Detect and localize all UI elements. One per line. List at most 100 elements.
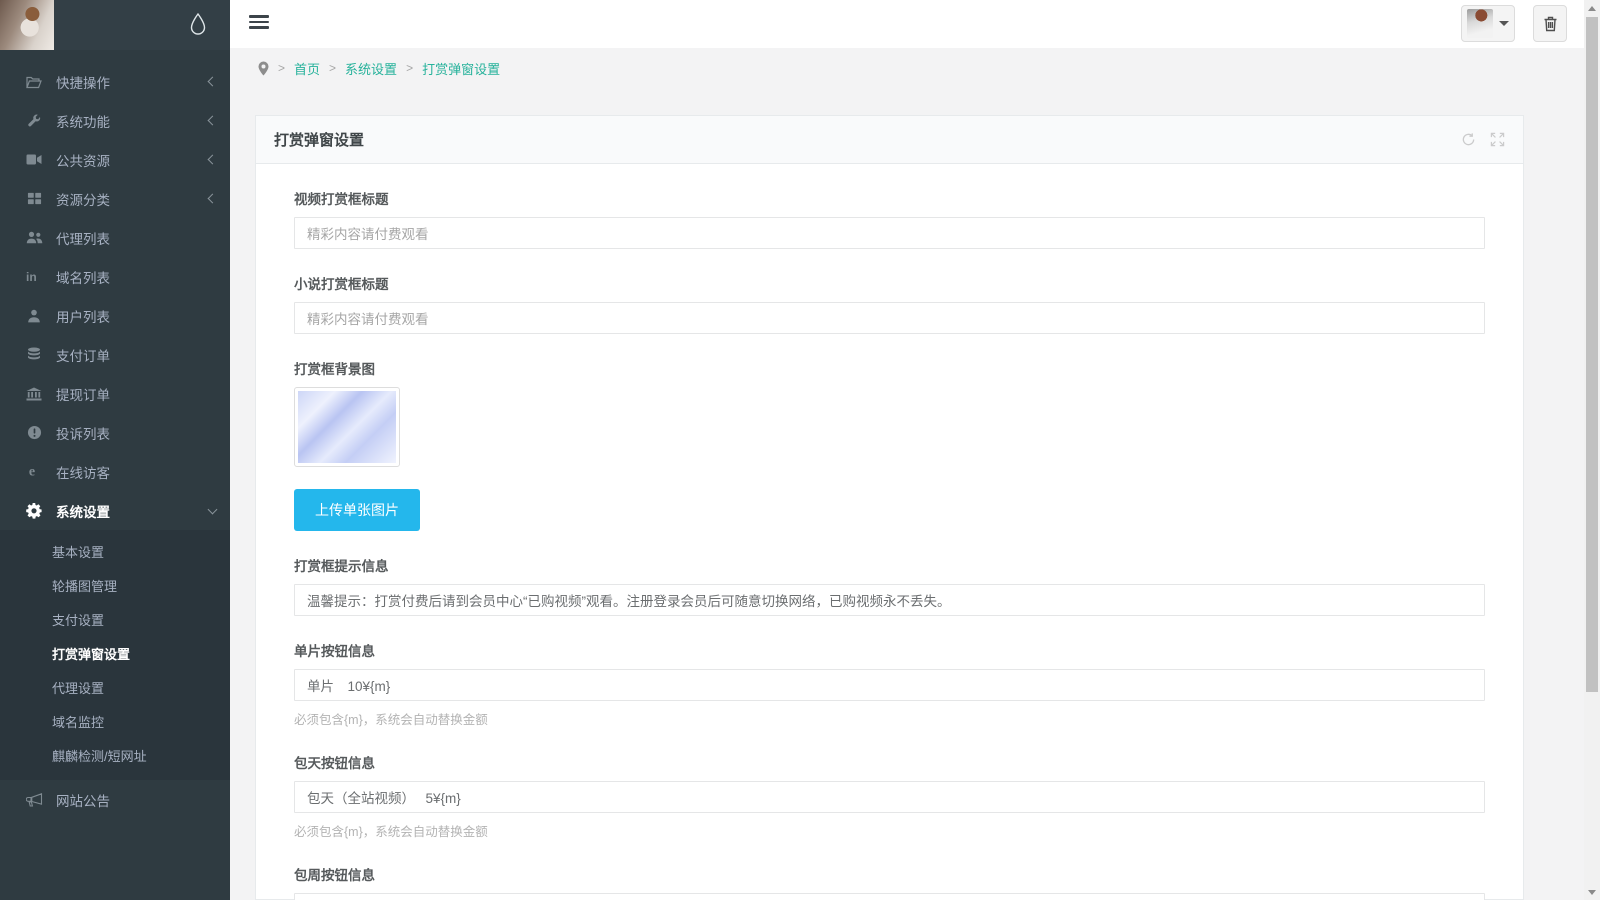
svg-text:e: e bbox=[28, 464, 34, 479]
form-field-hint: 必须包含{m}，系统会自动替换金额 bbox=[294, 709, 1485, 728]
trash-icon bbox=[1543, 16, 1558, 32]
sidebar-subitem[interactable]: 代理设置 bbox=[0, 672, 230, 706]
sidebar-item[interactable]: 系统设置 bbox=[0, 491, 230, 530]
folder-open-icon bbox=[25, 75, 43, 89]
reward-background-thumbnail[interactable] bbox=[294, 387, 400, 467]
sidebar-nav: 快捷操作系统功能公共资源资源分类代理列表 in 域名列表用户列表支付订单提现订单投诉… bbox=[0, 50, 230, 819]
sidebar-subitem[interactable]: 域名监控 bbox=[0, 706, 230, 740]
users-icon bbox=[25, 231, 43, 244]
form-field-hint: 必须包含{m}，系统会自动替换金额 bbox=[294, 821, 1485, 840]
form-text-input[interactable] bbox=[294, 893, 1485, 900]
topbar bbox=[230, 0, 1584, 48]
sidebar-subitem[interactable]: 轮播图管理 bbox=[0, 570, 230, 604]
caret-down-icon bbox=[1499, 21, 1509, 26]
panel-tools bbox=[1461, 132, 1505, 147]
sidebar-logo-area bbox=[0, 0, 230, 50]
form-text-input[interactable] bbox=[294, 302, 1485, 334]
panel-title: 打赏弹窗设置 bbox=[274, 129, 1461, 150]
sidebar-item-label: 公共资源 bbox=[56, 150, 209, 170]
video-camera-icon bbox=[25, 154, 43, 165]
breadcrumb-link[interactable]: 打赏弹窗设置 bbox=[422, 59, 500, 78]
sidebar-item[interactable]: 快捷操作 bbox=[0, 62, 230, 101]
breadcrumb: > 首页 > 系统设置 > 打赏弹窗设置 bbox=[230, 48, 1584, 88]
form-field-label: 包周按钮信息 bbox=[294, 864, 1485, 884]
location-pin-icon bbox=[258, 61, 269, 76]
chevron-left-icon bbox=[208, 194, 218, 204]
sidebar-item-label: 投诉列表 bbox=[56, 423, 216, 443]
svg-text:in: in bbox=[26, 270, 37, 283]
sidebar-item-label: 支付订单 bbox=[56, 345, 216, 365]
sidebar-item-label: 在线访客 bbox=[56, 462, 216, 482]
sidebar-item[interactable]: 投诉列表 bbox=[0, 413, 230, 452]
chevron-left-icon bbox=[208, 155, 218, 165]
breadcrumb-link[interactable]: 首页 bbox=[294, 59, 320, 78]
sidebar-item[interactable]: 系统功能 bbox=[0, 101, 230, 140]
breadcrumb-separator: > bbox=[329, 61, 336, 75]
sidebar-item[interactable]: 提现订单 bbox=[0, 374, 230, 413]
sidebar-item-label: 资源分类 bbox=[56, 189, 209, 209]
sidebar-subitem[interactable]: 基本设置 bbox=[0, 536, 230, 570]
breadcrumb-separator: > bbox=[406, 61, 413, 75]
sidebar-item[interactable]: in 域名列表 bbox=[0, 257, 230, 296]
form-field-label: 小说打赏框标题 bbox=[294, 273, 1485, 293]
expand-icon[interactable] bbox=[1490, 132, 1505, 147]
chevron-down-icon bbox=[208, 504, 218, 514]
form-text-input[interactable] bbox=[294, 584, 1485, 616]
sidebar-subitem[interactable]: 打赏弹窗设置 bbox=[0, 638, 230, 672]
form-text-input[interactable] bbox=[294, 781, 1485, 813]
panel-header: 打赏弹窗设置 bbox=[256, 116, 1523, 164]
page-scrollbar[interactable] bbox=[1584, 0, 1600, 900]
chevron-left-icon bbox=[208, 116, 218, 126]
bank-icon bbox=[25, 387, 43, 401]
breadcrumb-link[interactable]: 系统设置 bbox=[345, 59, 397, 78]
sidebar-item-label: 网站公告 bbox=[56, 790, 216, 810]
form-field-label: 视频打赏框标题 bbox=[294, 188, 1485, 208]
sidebar-item-label: 域名列表 bbox=[56, 267, 216, 287]
sidebar-item-label: 用户列表 bbox=[56, 306, 216, 326]
form-text-input[interactable] bbox=[294, 217, 1485, 249]
sidebar-item-label: 系统设置 bbox=[56, 501, 209, 521]
sidebar-submenu: 基本设置轮播图管理支付设置打赏弹窗设置代理设置域名监控麒麟检测/短网址 bbox=[0, 530, 230, 780]
scrollbar-thumb[interactable] bbox=[1586, 17, 1598, 692]
scrollbar-up-arrow[interactable] bbox=[1584, 0, 1600, 16]
form-field-label: 打赏框背景图 bbox=[294, 358, 1485, 378]
sidebar-item[interactable]: 公共资源 bbox=[0, 140, 230, 179]
sidebar-item-label: 快捷操作 bbox=[56, 72, 209, 92]
hamburger-icon[interactable] bbox=[249, 15, 269, 31]
form-field-label: 包天按钮信息 bbox=[294, 752, 1485, 772]
linkedin-icon: in bbox=[25, 270, 43, 283]
sidebar-item[interactable]: e 在线访客 bbox=[0, 452, 230, 491]
sidebar-subitem[interactable]: 支付设置 bbox=[0, 604, 230, 638]
sidebar-item[interactable]: 资源分类 bbox=[0, 179, 230, 218]
thumbnail-image bbox=[298, 391, 396, 463]
sidebar-item-label: 系统功能 bbox=[56, 111, 209, 131]
sidebar-item[interactable]: 网站公告 bbox=[0, 780, 230, 819]
upload-image-button[interactable]: 上传单张图片 bbox=[294, 489, 420, 531]
profile-photo bbox=[0, 0, 54, 50]
database-icon bbox=[25, 347, 43, 362]
user-icon bbox=[25, 309, 43, 323]
sidebar-item-label: 提现订单 bbox=[56, 384, 216, 404]
form-text-input[interactable] bbox=[294, 669, 1485, 701]
form-field-label: 打赏框提示信息 bbox=[294, 555, 1485, 575]
sidebar-item[interactable]: 用户列表 bbox=[0, 296, 230, 335]
sidebar: 快捷操作系统功能公共资源资源分类代理列表 in 域名列表用户列表支付订单提现订单投诉… bbox=[0, 0, 230, 900]
exclamation-circle-icon bbox=[25, 425, 43, 440]
reward-settings-form: 视频打赏框标题小说打赏框标题打赏框背景图上传单张图片打赏框提示信息单片按钮信息必… bbox=[256, 164, 1523, 900]
user-avatar bbox=[1467, 9, 1493, 38]
grid-icon bbox=[25, 191, 43, 206]
user-menu-button[interactable] bbox=[1461, 5, 1515, 42]
internet-explorer-icon: e bbox=[25, 464, 43, 479]
refresh-icon[interactable] bbox=[1461, 132, 1476, 147]
trash-button[interactable] bbox=[1533, 5, 1567, 42]
scrollbar-down-arrow[interactable] bbox=[1584, 884, 1600, 900]
wrench-icon bbox=[25, 113, 43, 128]
sidebar-item[interactable]: 代理列表 bbox=[0, 218, 230, 257]
chevron-left-icon bbox=[208, 77, 218, 87]
sidebar-subitem[interactable]: 麒麟检测/短网址 bbox=[0, 740, 230, 774]
content-panel: 打赏弹窗设置 视频打赏框标题小说打赏框标题打赏框背景图上传单张图片打赏框提示信息… bbox=[255, 115, 1524, 900]
breadcrumb-separator: > bbox=[278, 61, 285, 75]
sidebar-item[interactable]: 支付订单 bbox=[0, 335, 230, 374]
gear-icon bbox=[25, 503, 43, 519]
droplet-icon bbox=[188, 12, 208, 38]
